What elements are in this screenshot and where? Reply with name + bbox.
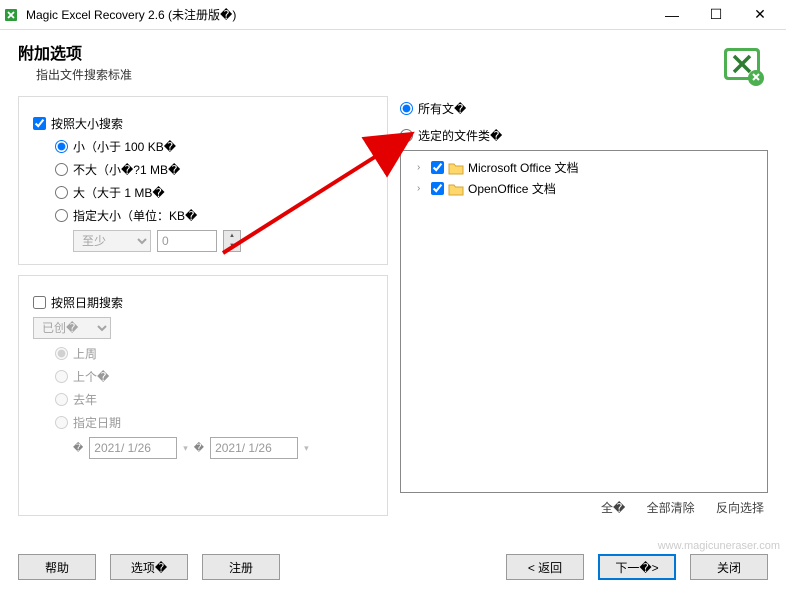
excel-logo-icon <box>718 40 766 88</box>
date-lastweek-radio[interactable]: 上周 <box>55 345 373 362</box>
date-lastmonth-radio[interactable]: 上个� <box>55 368 373 385</box>
date-lastweek-input[interactable] <box>55 347 68 360</box>
filetype-all-radio[interactable]: 所有文� <box>400 100 768 117</box>
size-checkbox-label: 按照大小搜索 <box>51 115 123 132</box>
footer: 帮助 选项� 注册 < 返回 下一�> 关闭 <box>18 554 768 580</box>
diamond-icon: � <box>73 443 83 454</box>
right-column: 所有文� 选定的文件类� › Microsoft Office 文档 › Ope… <box>400 96 768 516</box>
diamond-icon: � <box>194 443 204 454</box>
size-value-input[interactable] <box>157 230 217 252</box>
close-button[interactable]: ✕ <box>738 1 782 29</box>
date-custom-input[interactable] <box>55 416 68 429</box>
size-small-input[interactable] <box>55 140 68 153</box>
size-search-checkbox[interactable]: 按照大小搜索 <box>33 115 373 132</box>
filetype-all-label: 所有文� <box>418 100 466 117</box>
size-medium-label: 不大（小�?1 MB� <box>73 161 180 178</box>
folder-icon <box>448 161 464 175</box>
tree-item-openoffice[interactable]: › OpenOffice 文档 <box>407 178 761 199</box>
date-lastyear-input[interactable] <box>55 393 68 406</box>
maximize-button[interactable]: ☐ <box>694 1 738 29</box>
chevron-right-icon[interactable]: › <box>417 183 427 194</box>
main-content: 按照大小搜索 小（小于 100 KB� 不大（小�?1 MB� 大（大于 1 M… <box>0 96 786 516</box>
size-group: 按照大小搜索 小（小于 100 KB� 不大（小�?1 MB� 大（大于 1 M… <box>18 96 388 265</box>
date-checkbox-label: 按照日期搜索 <box>51 294 123 311</box>
register-button[interactable]: 注册 <box>202 554 280 580</box>
close-button[interactable]: 关闭 <box>690 554 768 580</box>
date-lastweek-label: 上周 <box>73 345 97 362</box>
size-large-label: 大（大于 1 MB� <box>73 184 165 201</box>
tree-checkbox-msoffice[interactable] <box>431 161 444 174</box>
wizard-header: 附加选项 指出文件搜索标准 <box>0 30 786 96</box>
tree-item-msoffice[interactable]: › Microsoft Office 文档 <box>407 157 761 178</box>
size-condition-select[interactable]: 至少 <box>73 230 151 252</box>
date-lastyear-radio[interactable]: 去年 <box>55 391 373 408</box>
date-lastmonth-input[interactable] <box>55 370 68 383</box>
size-spinner[interactable]: ▲▼ <box>223 230 241 252</box>
back-button[interactable]: < 返回 <box>506 554 584 580</box>
size-custom-radio[interactable]: 指定大小（单位：KB� <box>55 207 373 224</box>
filetype-selected-radio[interactable]: 选定的文件类� <box>400 127 768 144</box>
size-custom-controls: 至少 ▲▼ <box>73 230 373 252</box>
link-select-all[interactable]: 全� <box>601 501 625 515</box>
size-small-radio[interactable]: 小（小于 100 KB� <box>55 138 373 155</box>
size-checkbox-input[interactable] <box>33 117 46 130</box>
date-custom-radio[interactable]: 指定日期 <box>55 414 373 431</box>
tree-checkbox-openoffice[interactable] <box>431 182 444 195</box>
date-checkbox-input[interactable] <box>33 296 46 309</box>
size-small-label: 小（小于 100 KB� <box>73 138 176 155</box>
size-medium-radio[interactable]: 不大（小�?1 MB� <box>55 161 373 178</box>
date-search-checkbox[interactable]: 按照日期搜索 <box>33 294 373 311</box>
size-medium-input[interactable] <box>55 163 68 176</box>
titlebar: Magic Excel Recovery 2.6 (未注册版�) — ☐ ✕ <box>0 0 786 30</box>
watermark-url: www.magicuneraser.com <box>658 540 780 552</box>
size-custom-label: 指定大小（单位：KB� <box>73 207 197 224</box>
left-column: 按照大小搜索 小（小于 100 KB� 不大（小�?1 MB� 大（大于 1 M… <box>18 96 388 516</box>
window-title: Magic Excel Recovery 2.6 (未注册版�) <box>26 6 650 23</box>
size-custom-input[interactable] <box>55 209 68 222</box>
date-range-controls: � ▾ � ▾ <box>73 437 373 459</box>
filetype-tree[interactable]: › Microsoft Office 文档 › OpenOffice 文档 <box>400 150 768 493</box>
page-subtitle: 指出文件搜索标准 <box>36 66 718 83</box>
date-lastmonth-label: 上个� <box>73 368 109 385</box>
options-button[interactable]: 选项� <box>110 554 188 580</box>
app-icon <box>4 7 20 23</box>
date-from-input[interactable] <box>89 437 177 459</box>
filetype-all-input[interactable] <box>400 102 413 115</box>
link-clear-all[interactable]: 全部清除 <box>647 501 695 515</box>
date-to-input[interactable] <box>210 437 298 459</box>
tree-label-msoffice: Microsoft Office 文档 <box>468 159 578 176</box>
link-invert[interactable]: 反向选择 <box>716 501 764 515</box>
filetype-selected-input[interactable] <box>400 129 413 142</box>
tree-label-openoffice: OpenOffice 文档 <box>468 180 556 197</box>
chevron-right-icon[interactable]: › <box>417 162 427 173</box>
page-title: 附加选项 <box>18 40 718 64</box>
filetype-selected-label: 选定的文件类� <box>418 127 502 144</box>
minimize-button[interactable]: — <box>650 1 694 29</box>
filetype-links: 全� 全部清除 反向选择 <box>400 493 768 516</box>
next-button[interactable]: 下一�> <box>598 554 676 580</box>
date-lastyear-label: 去年 <box>73 391 97 408</box>
help-button[interactable]: 帮助 <box>18 554 96 580</box>
size-large-input[interactable] <box>55 186 68 199</box>
date-type-select[interactable]: 已创� <box>33 317 111 339</box>
date-group: 按照日期搜索 已创� 上周 上个� 去年 指定日期 � <box>18 275 388 516</box>
date-custom-label: 指定日期 <box>73 414 121 431</box>
window-controls: — ☐ ✕ <box>650 1 782 29</box>
folder-icon <box>448 182 464 196</box>
size-large-radio[interactable]: 大（大于 1 MB� <box>55 184 373 201</box>
